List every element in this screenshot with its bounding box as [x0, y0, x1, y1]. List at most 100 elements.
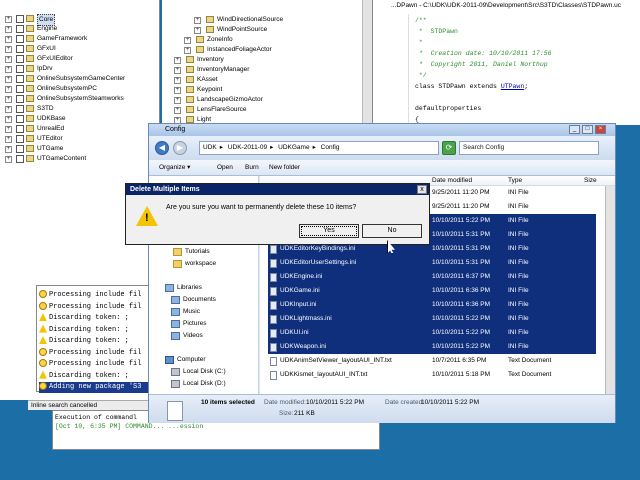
expand-icon[interactable]: +: [5, 86, 12, 93]
tree-item[interactable]: + OnlineSubsystemSteamworks: [0, 94, 160, 104]
back-icon[interactable]: ◀: [155, 141, 169, 155]
class-tree-item[interactable]: + InstancedFoliageActor: [162, 45, 362, 55]
file-row[interactable]: UDKKismet_layoutAUI_INT.txt 10/10/2011 5:…: [268, 368, 596, 382]
dialog-close-button[interactable]: x: [417, 185, 427, 194]
checkbox[interactable]: [16, 145, 24, 153]
file-row[interactable]: UDKEngine.ini 10/10/2011 6:37 PM INI File: [268, 270, 596, 284]
log-line[interactable]: Discarding token: ;: [39, 324, 155, 336]
class-tree-item[interactable]: + WindPointSource: [162, 25, 362, 35]
class-tree-item[interactable]: + WindDirectionalSource: [162, 15, 362, 25]
expand-icon[interactable]: +: [5, 66, 12, 73]
expand-icon[interactable]: +: [5, 56, 12, 63]
tree-item[interactable]: + OnlineSubsystemGameCenter: [0, 74, 160, 84]
checkbox[interactable]: [16, 155, 24, 163]
search-input[interactable]: Search Config: [459, 141, 599, 155]
new-folder-button[interactable]: New folder: [269, 160, 300, 176]
expand-icon[interactable]: +: [194, 27, 201, 34]
tree-item[interactable]: + GFxUI: [0, 44, 160, 54]
file-row[interactable]: UDKInput.ini 10/10/2011 6:36 PM INI File: [268, 298, 596, 312]
class-tree-item[interactable]: + InventoryManager: [162, 65, 362, 75]
breadcrumb[interactable]: UDK ▸ UDK-2011-09 ▸ UDKGame ▸ Config: [199, 141, 439, 155]
open-button[interactable]: Open: [217, 160, 233, 176]
breadcrumb-item[interactable]: UDK-2011-09: [228, 144, 267, 151]
expand-icon[interactable]: +: [174, 57, 181, 64]
checkbox[interactable]: [16, 35, 24, 43]
log-line[interactable]: Processing include fil: [39, 359, 155, 370]
expand-icon[interactable]: +: [5, 136, 12, 143]
breadcrumb-item[interactable]: UDK: [203, 144, 217, 151]
minimize-button[interactable]: _: [569, 125, 580, 134]
tree-item[interactable]: + GameFramework: [0, 34, 160, 44]
class-tree-item[interactable]: + KAsset: [162, 75, 362, 85]
tree-item[interactable]: + UDKBase: [0, 114, 160, 124]
maximize-button[interactable]: □: [582, 125, 593, 134]
tree-item[interactable]: + Core: [0, 14, 160, 26]
checkbox[interactable]: [16, 15, 24, 23]
log-line[interactable]: Adding new package 'S3: [39, 382, 155, 393]
tree-item[interactable]: + GFxUIEditor: [0, 54, 160, 64]
checkbox[interactable]: [16, 135, 24, 143]
burn-button[interactable]: Burn: [245, 160, 259, 176]
class-tree-item[interactable]: + ZoneInfo: [162, 35, 362, 45]
class-tree-scrollbar[interactable]: [362, 0, 372, 125]
expand-icon[interactable]: +: [5, 26, 12, 33]
column-date[interactable]: Date modified: [432, 176, 472, 186]
log-line[interactable]: Processing include fil: [39, 290, 155, 301]
class-tree-item[interactable]: + LandscapeGizmoActor: [162, 95, 362, 105]
expand-icon[interactable]: +: [5, 16, 12, 23]
expand-icon[interactable]: +: [174, 97, 181, 104]
expand-icon[interactable]: +: [5, 96, 12, 103]
expand-icon[interactable]: +: [5, 36, 12, 43]
checkbox[interactable]: [16, 85, 24, 93]
breadcrumb-item[interactable]: UDKGame: [278, 144, 309, 151]
organize-button[interactable]: Organize ▾: [159, 160, 190, 176]
log-line[interactable]: Discarding token: ;: [39, 370, 155, 382]
checkbox[interactable]: [16, 55, 24, 63]
expand-icon[interactable]: +: [5, 116, 12, 123]
column-type[interactable]: Type: [508, 176, 522, 186]
checkbox[interactable]: [16, 125, 24, 133]
file-row[interactable]: UDKGame.ini 10/10/2011 6:36 PM INI File: [268, 284, 596, 298]
yes-button[interactable]: Yes: [299, 224, 359, 238]
log-line[interactable]: Discarding token: ;: [39, 313, 155, 324]
expand-icon[interactable]: +: [174, 67, 181, 74]
refresh-icon[interactable]: ⟳: [442, 141, 456, 155]
expand-icon[interactable]: +: [5, 76, 12, 83]
tree-item[interactable]: + S3TD: [0, 104, 160, 114]
expand-icon[interactable]: +: [5, 126, 12, 133]
expand-icon[interactable]: +: [184, 37, 191, 44]
close-button[interactable]: ×: [595, 125, 606, 134]
column-size[interactable]: Size: [584, 176, 597, 186]
checkbox[interactable]: [16, 25, 24, 33]
tree-item[interactable]: + UTGame: [0, 144, 160, 154]
tree-item[interactable]: + Engine: [0, 24, 160, 34]
expand-icon[interactable]: +: [5, 146, 12, 153]
tree-item[interactable]: + UnrealEd: [0, 124, 160, 134]
expand-icon[interactable]: +: [174, 87, 181, 94]
checkbox[interactable]: [16, 65, 24, 73]
checkbox[interactable]: [16, 105, 24, 113]
expand-icon[interactable]: +: [174, 107, 181, 114]
checkbox[interactable]: [16, 75, 24, 83]
checkbox[interactable]: [16, 115, 24, 123]
expand-icon[interactable]: +: [184, 47, 191, 54]
class-tree-item[interactable]: + Keypoint: [162, 85, 362, 95]
expand-icon[interactable]: +: [5, 46, 12, 53]
forward-icon[interactable]: ▶: [173, 141, 187, 155]
file-row[interactable]: UDKLightmass.ini 10/10/2011 5:22 PM INI Fi…: [268, 312, 596, 326]
class-tree-item[interactable]: + LensFlareSource: [162, 105, 362, 115]
breadcrumb-item[interactable]: Config: [321, 144, 340, 151]
tree-item[interactable]: + UTGameContent: [0, 154, 160, 164]
tree-item[interactable]: + OnlineSubsystemPC: [0, 84, 160, 94]
tree-item[interactable]: + IpDrv: [0, 64, 160, 74]
log-line[interactable]: Discarding token: ;: [39, 336, 155, 347]
file-row[interactable]: UDKWeapon.ini 10/10/2011 5:22 PM INI File: [268, 340, 596, 354]
no-button[interactable]: No: [362, 224, 422, 238]
expand-icon[interactable]: +: [174, 77, 181, 84]
tree-item[interactable]: + UTEditor: [0, 134, 160, 144]
file-list-scrollbar[interactable]: [605, 186, 615, 394]
checkbox[interactable]: [16, 95, 24, 103]
class-tree-item[interactable]: + Inventory: [162, 55, 362, 65]
file-row[interactable]: UDKEditorUserSettings.ini 10/10/2011 5:31…: [268, 256, 596, 270]
file-row[interactable]: UDKUI.ini 10/10/2011 5:22 PM INI File: [268, 326, 596, 340]
